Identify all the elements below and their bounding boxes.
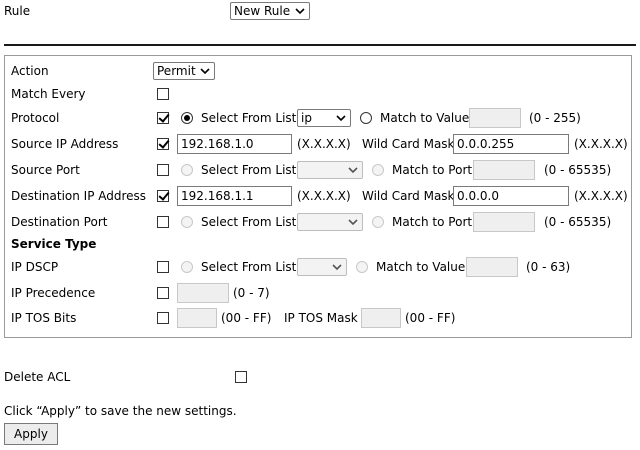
protocol-list-select[interactable]: ip [297, 109, 351, 127]
source-port-checkbox[interactable] [157, 164, 169, 176]
destination-wildcard-label: Wild Card Mask [362, 189, 455, 203]
section-divider [4, 44, 636, 46]
source-port-range: (0 - 65535) [544, 163, 612, 177]
ip-dscp-value-input[interactable] [466, 257, 518, 277]
destination-port-match-to-port-label: Match to Port [392, 215, 473, 229]
chevron-down-icon [348, 219, 358, 226]
protocol-list-value: ip [301, 111, 312, 125]
apply-hint: Click “Apply” to save the new settings. [4, 404, 237, 418]
destination-ip-label: Destination IP Address [11, 189, 147, 203]
destination-port-checkbox[interactable] [157, 216, 169, 228]
chevron-down-icon [336, 115, 346, 122]
delete-acl-label: Delete ACL [4, 370, 71, 384]
apply-button[interactable]: Apply [4, 423, 58, 445]
protocol-match-to-value-radio[interactable] [360, 112, 372, 124]
match-every-label: Match Every [11, 87, 86, 101]
protocol-select-from-list-radio[interactable] [181, 112, 193, 124]
ip-tos-bits-input[interactable] [177, 308, 217, 328]
ip-precedence-checkbox[interactable] [157, 287, 169, 299]
action-select[interactable]: Permit [153, 62, 215, 80]
rule-label: Rule [4, 4, 31, 18]
source-ip-input[interactable]: 192.168.1.0 [177, 134, 292, 154]
chevron-down-icon [295, 8, 305, 15]
service-type-heading: Service Type [11, 237, 97, 251]
ip-dscp-select-from-list-radio[interactable] [181, 261, 193, 273]
protocol-select-from-list-label: Select From List [201, 111, 297, 125]
source-wildcard-input[interactable]: 0.0.0.255 [453, 134, 569, 154]
source-port-label: Source Port [11, 163, 80, 177]
rule-select-value: New Rule [234, 4, 291, 18]
ip-dscp-match-to-value-radio[interactable] [356, 261, 368, 273]
ip-precedence-label: IP Precedence [11, 286, 96, 300]
rule-select[interactable]: New Rule [230, 2, 310, 20]
ip-tos-bits-range: (00 - FF) [221, 311, 272, 325]
ip-precedence-input[interactable] [177, 283, 229, 303]
destination-port-select-from-list-label: Select From List [201, 215, 297, 229]
protocol-value-input[interactable] [469, 108, 521, 128]
ip-tos-bits-checkbox[interactable] [157, 312, 169, 324]
source-ip-format: (X.X.X.X) [297, 137, 351, 151]
ip-tos-mask-input[interactable] [361, 308, 401, 328]
source-port-match-to-port-label: Match to Port [392, 163, 473, 177]
ip-dscp-list-select[interactable] [297, 258, 347, 276]
chevron-down-icon [332, 264, 342, 271]
destination-ip-input[interactable]: 192.168.1.1 [177, 186, 292, 206]
source-port-select-from-list-label: Select From List [201, 163, 297, 177]
protocol-label: Protocol [11, 111, 60, 125]
source-wildcard-label: Wild Card Mask [362, 137, 455, 151]
source-ip-value: 192.168.1.0 [181, 137, 254, 151]
destination-port-match-to-port-radio[interactable] [372, 216, 384, 228]
chevron-down-icon [200, 68, 210, 75]
destination-port-value-input[interactable] [473, 212, 535, 232]
ip-dscp-label: IP DSCP [11, 260, 59, 274]
destination-wildcard-value: 0.0.0.0 [457, 189, 499, 203]
ip-dscp-checkbox[interactable] [157, 261, 169, 273]
action-select-value: Permit [157, 64, 196, 78]
destination-port-label: Destination Port [11, 215, 108, 229]
ip-dscp-match-to-value-label: Match to Value [376, 260, 466, 274]
destination-port-select-from-list-radio[interactable] [181, 216, 193, 228]
ip-precedence-range: (0 - 7) [233, 286, 270, 300]
source-ip-checkbox[interactable] [157, 138, 169, 150]
source-port-select-from-list-radio[interactable] [181, 164, 193, 176]
ip-dscp-range: (0 - 63) [526, 260, 571, 274]
source-ip-label: Source IP Address [11, 137, 119, 151]
source-wildcard-format: (X.X.X.X) [574, 137, 628, 151]
source-port-value-input[interactable] [473, 160, 535, 180]
protocol-checkbox[interactable] [157, 112, 169, 124]
ip-tos-bits-label: IP TOS Bits [11, 311, 77, 325]
destination-wildcard-input[interactable]: 0.0.0.0 [453, 186, 569, 206]
destination-ip-format: (X.X.X.X) [297, 189, 351, 203]
destination-ip-value: 192.168.1.1 [181, 189, 254, 203]
ip-tos-mask-range: (00 - FF) [405, 311, 456, 325]
protocol-range: (0 - 255) [529, 111, 581, 125]
chevron-down-icon [348, 167, 358, 174]
source-wildcard-value: 0.0.0.255 [457, 137, 515, 151]
match-every-checkbox[interactable] [157, 88, 169, 100]
source-port-match-to-port-radio[interactable] [372, 164, 384, 176]
ip-dscp-select-from-list-label: Select From List [201, 260, 297, 274]
destination-port-list-select[interactable] [297, 213, 363, 231]
source-port-list-select[interactable] [297, 161, 363, 179]
destination-port-range: (0 - 65535) [544, 215, 612, 229]
protocol-match-to-value-label: Match to Value [380, 111, 470, 125]
delete-acl-checkbox[interactable] [235, 371, 247, 383]
action-label: Action [11, 64, 49, 78]
destination-ip-checkbox[interactable] [157, 190, 169, 202]
ip-tos-mask-label: IP TOS Mask [284, 311, 358, 325]
destination-wildcard-format: (X.X.X.X) [574, 189, 628, 203]
